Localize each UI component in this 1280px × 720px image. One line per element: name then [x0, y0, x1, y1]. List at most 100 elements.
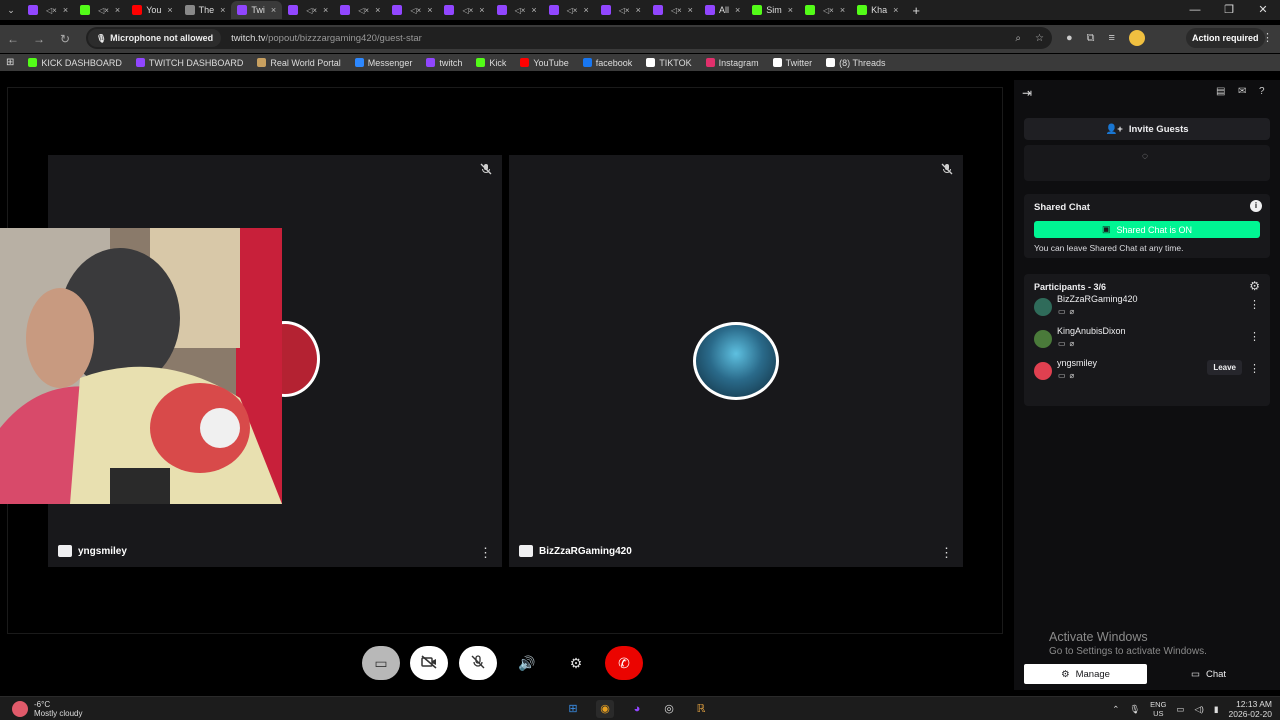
close-tab-icon[interactable]: × [323, 5, 328, 15]
leave-button[interactable]: Leave [1207, 360, 1242, 375]
profile-avatar[interactable] [1128, 30, 1145, 46]
close-tab-icon[interactable]: × [735, 5, 740, 15]
bookmark-star-icon[interactable]: ☆ [1035, 33, 1044, 44]
browser-tab[interactable]: All × [699, 1, 746, 19]
close-tab-icon[interactable]: × [583, 5, 588, 15]
browser-tab[interactable]: ◁× × [22, 1, 74, 19]
gear-icon[interactable]: ⚙ [1249, 279, 1260, 293]
bookmark-item[interactable]: (8) Threads [826, 58, 886, 68]
browser-tab[interactable]: ◁× × [491, 1, 543, 19]
bookmark-item[interactable]: twitch [426, 58, 462, 68]
chevron-up-icon[interactable]: ⌃ [1112, 704, 1119, 715]
extension-icon[interactable]: ● [1066, 32, 1073, 44]
browser-tab[interactable]: ◁× × [438, 1, 490, 19]
close-window-icon[interactable]: ✕ [1246, 0, 1280, 20]
close-tab-icon[interactable]: × [115, 5, 120, 15]
help-icon[interactable]: ? [1259, 86, 1265, 97]
browser-tab[interactable]: ◁× × [543, 1, 595, 19]
weather-widget[interactable]: -6°C Mostly cloudy [12, 700, 82, 718]
share-screen-button[interactable]: ▭ [362, 646, 400, 680]
browser-tab[interactable]: Kha × [851, 1, 904, 19]
tab-muted-icon[interactable]: ◁× [462, 6, 473, 15]
browser-tab[interactable]: ◁× × [386, 1, 438, 19]
close-tab-icon[interactable]: × [788, 5, 793, 15]
camera-toggle-button[interactable] [410, 646, 448, 680]
info-icon[interactable]: i [1250, 200, 1262, 212]
maximize-icon[interactable]: ❐ [1212, 0, 1246, 20]
battery-icon[interactable]: ▮ [1214, 704, 1219, 715]
forward-icon[interactable]: → [26, 32, 52, 46]
browser-tab[interactable]: The × [179, 1, 232, 19]
close-tab-icon[interactable]: × [427, 5, 432, 15]
participant-more-icon[interactable]: ⋮ [1249, 362, 1260, 375]
browser-tab[interactable]: ◁× × [595, 1, 647, 19]
invite-guests-button[interactable]: 👤+ Invite Guests [1024, 118, 1270, 140]
tab-muted-icon[interactable]: ◁× [515, 6, 526, 15]
obs-icon[interactable]: ◎ [660, 700, 678, 718]
close-tab-icon[interactable]: × [479, 5, 484, 15]
volume-icon[interactable]: ◁) [1194, 704, 1203, 715]
bookmark-item[interactable]: Messenger [354, 58, 412, 68]
bookmark-item[interactable]: KICK DASHBOARD [28, 58, 122, 68]
bookmark-item[interactable]: YouTube [520, 58, 569, 68]
close-tab-icon[interactable]: × [375, 5, 380, 15]
bookmark-item[interactable]: Twitter [772, 58, 812, 68]
participant-row[interactable]: yngsmiley ▭⌀ Leave ⋮ [1034, 358, 1260, 386]
extensions-puzzle-icon[interactable]: ⧉ [1087, 32, 1095, 45]
clock[interactable]: 12:13 AM 2026-02-20 [1229, 699, 1272, 719]
browser-tab[interactable]: Sim × [746, 1, 799, 19]
minimize-icon[interactable]: — [1178, 0, 1212, 20]
close-tab-icon[interactable]: × [63, 5, 68, 15]
volume-button[interactable]: 🔊 [508, 646, 546, 680]
address-bar[interactable]: 🎙 Microphone not allowed twitch.tv/popou… [86, 27, 1052, 49]
tab-muted-icon[interactable]: ◁× [619, 6, 630, 15]
mic-icon[interactable]: 🎙 [1129, 704, 1140, 715]
leave-call-button[interactable]: ✆ [605, 646, 643, 680]
language-indicator[interactable]: ENG US [1150, 700, 1166, 718]
tab-muted-icon[interactable]: ◁× [98, 6, 109, 15]
browser-tab[interactable]: Twi × [231, 1, 283, 19]
inbox-icon[interactable]: ✉ [1238, 86, 1246, 97]
more-options-icon[interactable]: ⋮ [940, 545, 953, 561]
tab-muted-icon[interactable]: ◁× [671, 6, 682, 15]
guest-tile-right[interactable]: BizZzaRGaming420 ⋮ [509, 155, 963, 567]
tab-manage[interactable]: ⚙ Manage [1024, 664, 1147, 684]
bookmark-item[interactable]: Kick [476, 58, 506, 68]
reload-icon[interactable]: ↻ [52, 32, 78, 46]
close-tab-icon[interactable]: × [840, 5, 845, 15]
bookmark-item[interactable]: TIKTOK [646, 58, 692, 68]
browser-tab[interactable]: You × [126, 1, 178, 19]
url-text[interactable]: twitch.tv/popout/bizzzargaming420/guest-… [231, 33, 422, 44]
browser-tab[interactable]: ◁× × [334, 1, 386, 19]
browser-tab[interactable]: ◁× × [74, 1, 126, 19]
apps-grid-icon[interactable]: ⊞ [6, 57, 14, 68]
close-tab-icon[interactable]: × [893, 5, 898, 15]
tab-muted-icon[interactable]: ◁× [410, 6, 421, 15]
tab-muted-icon[interactable]: ◁× [567, 6, 578, 15]
participant-row[interactable]: BizZzaRGaming420 ▭⌀ ⋮ [1034, 294, 1260, 322]
collapse-panel-icon[interactable]: ⇥ [1022, 86, 1032, 100]
browser-tab[interactable]: ◁× × [799, 1, 851, 19]
layout-icon[interactable]: ▤ [1216, 86, 1225, 97]
bookmark-item[interactable]: Real World Portal [257, 58, 341, 68]
close-tab-icon[interactable]: × [636, 5, 641, 15]
start-icon[interactable]: ⊞ [564, 700, 582, 718]
bookmark-item[interactable]: Instagram [705, 58, 759, 68]
chrome-icon[interactable]: ◉ [596, 700, 614, 718]
tab-muted-icon[interactable]: ◁× [823, 6, 834, 15]
browser-tab[interactable]: ◁× × [647, 1, 699, 19]
mic-permission-chip[interactable]: 🎙 Microphone not allowed [88, 29, 222, 47]
close-tab-icon[interactable]: × [271, 5, 276, 15]
tab-muted-icon[interactable]: ◁× [46, 6, 57, 15]
settings-button[interactable]: ⚙ [557, 646, 595, 680]
discord-icon[interactable]: ◕ [628, 700, 646, 718]
mic-toggle-button[interactable] [459, 646, 497, 680]
back-icon[interactable]: ← [0, 32, 26, 46]
close-tab-icon[interactable]: × [531, 5, 536, 15]
participant-row[interactable]: KingAnubisDixon ▭⌀ ⋮ [1034, 326, 1260, 354]
tab-muted-icon[interactable]: ◁× [358, 6, 369, 15]
tab-chat[interactable]: ▭ Chat [1147, 664, 1270, 684]
tab-search-icon[interactable]: ⌄ [0, 0, 22, 20]
bookmark-item[interactable]: TWITCH DASHBOARD [135, 58, 243, 68]
more-options-icon[interactable]: ⋮ [479, 545, 492, 561]
